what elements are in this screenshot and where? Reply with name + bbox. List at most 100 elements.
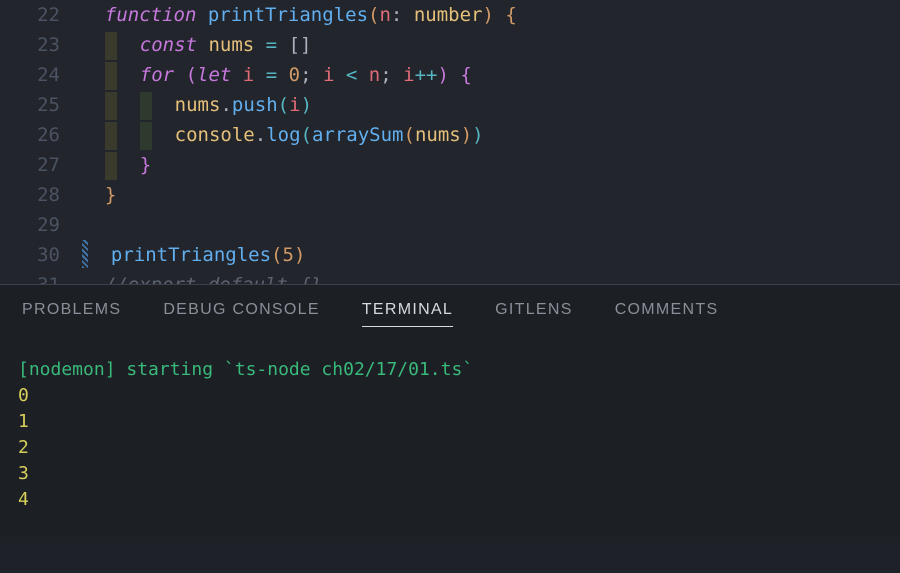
code-line[interactable]: 30 printTriangles(5) (0, 240, 900, 270)
code-token: . (220, 94, 231, 116)
code-token: log (266, 124, 300, 146)
code-token: = (266, 34, 277, 56)
code-token: ) (472, 124, 483, 146)
code-token (174, 64, 185, 86)
panel-tab-gitlens[interactable]: GITLENS (495, 301, 573, 327)
code-content[interactable]: //export default {} (82, 270, 322, 284)
code-token: < (346, 64, 357, 86)
code-token: . (255, 124, 266, 146)
indent-guide (105, 32, 117, 60)
code-token: number (414, 4, 483, 26)
indent-guide (105, 92, 117, 120)
code-token (277, 64, 288, 86)
code-content[interactable]: console.log(arraySum(nums)) (82, 120, 484, 150)
code-content[interactable]: nums.push(i) (82, 90, 312, 120)
code-token (494, 4, 505, 26)
code-line[interactable]: 28 } (0, 180, 900, 210)
line-number: 25 (0, 90, 82, 120)
code-token (357, 64, 368, 86)
code-token: i (403, 64, 414, 86)
indent-guide (105, 62, 117, 90)
terminal-output[interactable]: [nodemon] starting `ts-node ch02/17/01.t… (0, 339, 900, 513)
line-number: 26 (0, 120, 82, 150)
code-token (231, 64, 242, 86)
code-token: [] (289, 34, 312, 56)
code-token: nums (208, 34, 254, 56)
code-content[interactable]: const nums = [] (82, 30, 311, 60)
panel-tab-debug-console[interactable]: DEBUG CONSOLE (163, 301, 320, 327)
code-line[interactable]: 29 (0, 210, 900, 240)
code-editor[interactable]: 22 function printTriangles(n: number) {2… (0, 0, 900, 284)
code-token: i (243, 64, 254, 86)
code-token: ) (482, 4, 493, 26)
code-token: i (289, 94, 300, 116)
indent-guide (105, 152, 117, 180)
code-token: { (460, 64, 471, 86)
code-token: const (140, 34, 197, 56)
line-number: 24 (0, 60, 82, 90)
code-token: = (266, 64, 277, 86)
terminal-line: 3 (18, 461, 882, 487)
code-token (254, 64, 265, 86)
code-content[interactable] (82, 210, 105, 240)
code-token: let (197, 64, 231, 86)
line-number: 23 (0, 30, 82, 60)
code-token (334, 64, 345, 86)
terminal-line: 1 (18, 409, 882, 435)
code-token: 0 (289, 64, 300, 86)
code-token: } (140, 154, 151, 176)
code-line[interactable]: 27 } (0, 150, 900, 180)
indent-guide (140, 122, 152, 150)
code-line[interactable]: 24 for (let i = 0; i < n; i++) { (0, 60, 900, 90)
code-token: { (505, 4, 516, 26)
bottom-panel: PROBLEMS DEBUG CONSOLE TERMINAL GITLENS COMM… (0, 285, 900, 537)
code-line[interactable]: 23 const nums = [] (0, 30, 900, 60)
code-token: ; (380, 64, 403, 86)
code-token: nums (415, 124, 461, 146)
code-token: n (369, 64, 380, 86)
panel-tab-problems[interactable]: PROBLEMS (22, 301, 121, 327)
code-content[interactable]: } (82, 150, 151, 180)
line-number: 30 (0, 240, 82, 270)
code-token: for (140, 64, 174, 86)
code-token: ( (271, 244, 282, 266)
code-line[interactable]: 25 nums.push(i) (0, 90, 900, 120)
code-token: i (323, 64, 334, 86)
code-token (449, 64, 460, 86)
code-line[interactable]: 22 function printTriangles(n: number) { (0, 0, 900, 30)
indent-guide (105, 122, 117, 150)
line-number: 31 (0, 270, 82, 284)
line-number: 22 (0, 0, 82, 30)
code-line[interactable]: 31 //export default {} (0, 270, 900, 284)
code-token (196, 4, 207, 26)
code-token (254, 34, 265, 56)
code-token: ; (300, 64, 323, 86)
code-token: n (379, 4, 390, 26)
code-token: printTriangles (208, 4, 368, 26)
panel-tab-comments[interactable]: COMMENTS (615, 301, 719, 327)
code-token: nums (175, 94, 221, 116)
code-line[interactable]: 26 console.log(arraySum(nums)) (0, 120, 900, 150)
code-token: : (391, 4, 414, 26)
code-token: arraySum (312, 124, 404, 146)
code-token: ) (301, 94, 312, 116)
terminal-line: 0 (18, 383, 882, 409)
code-token: console (175, 124, 255, 146)
code-token: ( (186, 64, 197, 86)
code-content[interactable]: for (let i = 0; i < n; i++) { (82, 60, 472, 90)
code-token: function (105, 4, 197, 26)
code-token: ++ (415, 64, 438, 86)
panel-tab-terminal[interactable]: TERMINAL (362, 301, 453, 327)
code-token: ) (461, 124, 472, 146)
code-token: 5 (283, 244, 294, 266)
code-content[interactable]: } (82, 180, 116, 210)
terminal-line: [nodemon] starting `ts-node ch02/17/01.t… (18, 357, 882, 383)
code-content[interactable]: printTriangles(5) (88, 240, 305, 270)
terminal-line: 4 (18, 487, 882, 513)
code-token: printTriangles (111, 244, 271, 266)
code-token (277, 34, 288, 56)
line-number: 27 (0, 150, 82, 180)
code-content[interactable]: function printTriangles(n: number) { (82, 0, 517, 30)
panel-tabs: PROBLEMS DEBUG CONSOLE TERMINAL GITLENS COMM… (0, 301, 900, 339)
code-token: push (232, 94, 278, 116)
